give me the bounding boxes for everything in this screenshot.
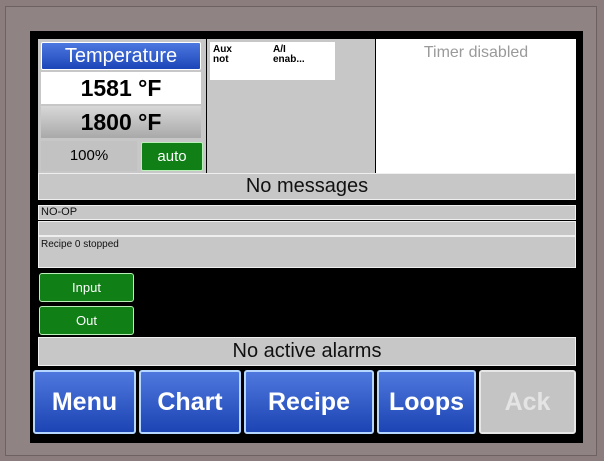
status-line-1: NO-OP (38, 205, 576, 220)
loops-button[interactable]: Loops (377, 370, 476, 434)
setpoint-value[interactable]: 1800 °F (41, 106, 201, 138)
ai-value: enab... (273, 54, 305, 65)
status-line-2 (38, 221, 576, 236)
device-bezel: Temperature 1581 °F 1800 °F 100% auto Au… (0, 0, 604, 461)
menu-button[interactable]: Menu (33, 370, 136, 434)
loop-name-button[interactable]: Temperature (41, 42, 201, 70)
aux-input-table[interactable]: Aux A/I not enab... (210, 42, 335, 80)
output-percent: 100% (41, 141, 137, 171)
loop-panel: Temperature 1581 °F 1800 °F 100% auto (38, 39, 206, 173)
input-button[interactable]: Input (39, 273, 134, 302)
chart-button[interactable]: Chart (139, 370, 241, 434)
touchscreen: Temperature 1581 °F 1800 °F 100% auto Au… (30, 31, 583, 443)
output-button[interactable]: Out (39, 306, 134, 335)
timer-panel[interactable]: Timer disabled (376, 39, 576, 173)
alarm-bar[interactable]: No active alarms (38, 337, 576, 366)
recipe-button[interactable]: Recipe (244, 370, 374, 434)
aux-input-panel: Aux A/I not enab... (207, 39, 375, 173)
timer-status: Timer disabled (423, 44, 529, 61)
mode-button[interactable]: auto (141, 142, 203, 171)
recipe-status: Recipe 0 stopped (38, 236, 576, 268)
process-value: 1581 °F (41, 72, 201, 104)
ack-button[interactable]: Ack (479, 370, 576, 434)
aux-value: not (213, 54, 229, 65)
message-bar[interactable]: No messages (38, 173, 576, 200)
